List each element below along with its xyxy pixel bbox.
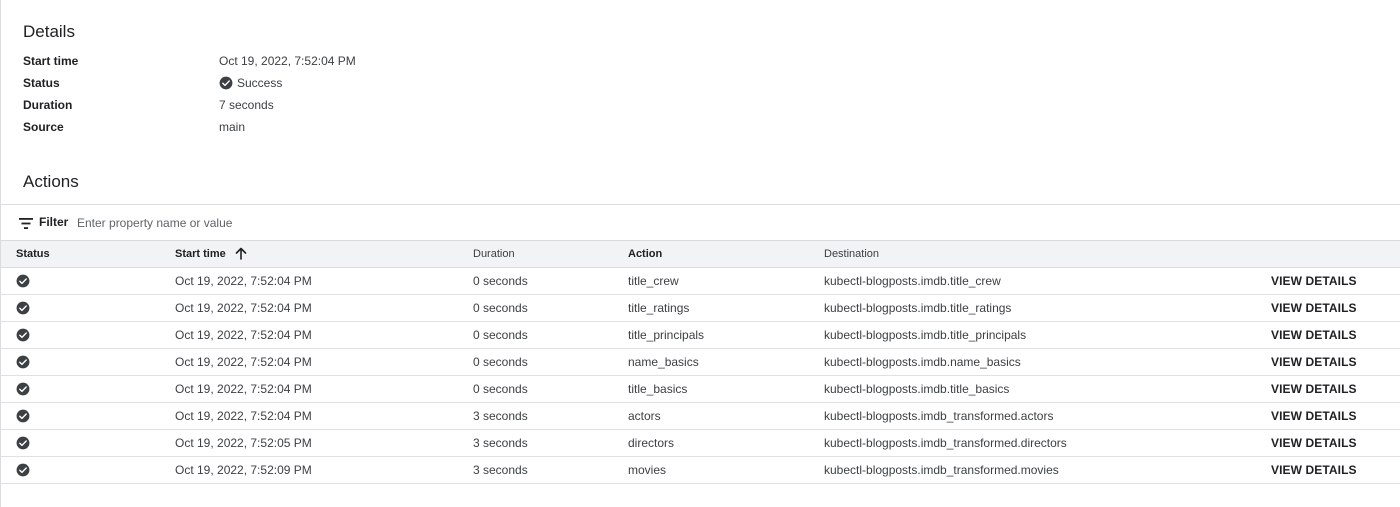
table-row: Oct 19, 2022, 7:52:09 PM 3 seconds movie… xyxy=(1,457,1400,484)
row-destination: kubectl-blogposts.imdb.title_ratings xyxy=(824,301,1012,315)
table-row: Oct 19, 2022, 7:52:04 PM 0 seconds name_… xyxy=(1,349,1400,376)
row-duration: 0 seconds xyxy=(473,328,528,342)
row-status-cell xyxy=(16,355,30,372)
row-start-time: Oct 19, 2022, 7:52:04 PM xyxy=(175,274,312,288)
filter-label[interactable]: Filter xyxy=(39,215,68,229)
check-circle-icon xyxy=(219,76,233,90)
row-action: title_crew xyxy=(628,274,679,288)
row-action: directors xyxy=(628,436,675,450)
column-header-destination[interactable]: Destination xyxy=(824,241,879,268)
row-action: title_basics xyxy=(628,382,688,396)
column-header-start-time[interactable]: Start time xyxy=(175,241,247,268)
row-destination: kubectl-blogposts.imdb_transformed.actor… xyxy=(824,409,1054,423)
filter-icon[interactable] xyxy=(19,218,33,229)
view-details-button[interactable]: VIEW DETAILS xyxy=(1271,295,1357,321)
detail-value: main xyxy=(219,120,246,134)
filter-input[interactable] xyxy=(77,212,677,234)
column-header-duration[interactable]: Duration xyxy=(473,241,515,268)
row-duration: 3 seconds xyxy=(473,409,528,423)
column-header-action[interactable]: Action xyxy=(628,241,662,268)
detail-label: Source xyxy=(23,120,64,134)
row-destination: kubectl-blogposts.imdb.name_basics xyxy=(824,355,1021,369)
check-circle-icon xyxy=(16,328,30,342)
view-details-button[interactable]: VIEW DETAILS xyxy=(1271,268,1357,294)
row-start-time: Oct 19, 2022, 7:52:04 PM xyxy=(175,355,312,369)
detail-label: Status xyxy=(23,76,60,90)
row-start-time: Oct 19, 2022, 7:52:04 PM xyxy=(175,409,312,423)
row-action: movies xyxy=(628,463,667,477)
check-circle-icon xyxy=(16,355,30,369)
row-status-cell xyxy=(16,463,30,480)
row-action: actors xyxy=(628,409,661,423)
row-start-time: Oct 19, 2022, 7:52:04 PM xyxy=(175,328,312,342)
check-circle-icon xyxy=(16,301,30,315)
row-duration: 0 seconds xyxy=(473,382,528,396)
row-destination: kubectl-blogposts.imdb.title_crew xyxy=(824,274,1001,288)
table-row: Oct 19, 2022, 7:52:04 PM 3 seconds actor… xyxy=(1,403,1400,430)
row-start-time: Oct 19, 2022, 7:52:09 PM xyxy=(175,463,312,477)
view-details-button[interactable]: VIEW DETAILS xyxy=(1271,457,1357,483)
detail-label: Start time xyxy=(23,54,79,68)
row-start-time: Oct 19, 2022, 7:52:04 PM xyxy=(175,301,312,315)
view-details-button[interactable]: VIEW DETAILS xyxy=(1271,430,1357,456)
row-action: title_principals xyxy=(628,328,705,342)
detail-row-source: Source main xyxy=(23,116,723,138)
row-destination: kubectl-blogposts.imdb.title_basics xyxy=(824,382,1010,396)
row-start-time: Oct 19, 2022, 7:52:05 PM xyxy=(175,436,312,450)
arrow-up-icon[interactable] xyxy=(235,247,247,260)
row-status-cell xyxy=(16,436,30,453)
row-duration: 0 seconds xyxy=(473,355,528,369)
row-status-cell xyxy=(16,328,30,345)
detail-label: Duration xyxy=(23,98,73,112)
status-text: Success xyxy=(237,76,283,90)
row-action: title_ratings xyxy=(628,301,690,315)
row-duration: 3 seconds xyxy=(473,463,528,477)
details-heading: Details xyxy=(23,22,75,41)
view-details-button[interactable]: VIEW DETAILS xyxy=(1271,349,1357,375)
table-row: Oct 19, 2022, 7:52:04 PM 0 seconds title… xyxy=(1,295,1400,322)
row-destination: kubectl-blogposts.imdb_transformed.direc… xyxy=(824,436,1067,450)
row-duration: 0 seconds xyxy=(473,301,528,315)
row-destination: kubectl-blogposts.imdb_transformed.movie… xyxy=(824,463,1059,477)
check-circle-icon xyxy=(16,436,30,450)
row-status-cell xyxy=(16,409,30,426)
row-duration: 3 seconds xyxy=(473,436,528,450)
row-destination: kubectl-blogposts.imdb.title_principals xyxy=(824,328,1027,342)
table-body: Oct 19, 2022, 7:52:04 PM 0 seconds title… xyxy=(1,268,1400,484)
table-row: Oct 19, 2022, 7:52:04 PM 0 seconds title… xyxy=(1,322,1400,349)
table-row: Oct 19, 2022, 7:52:04 PM 0 seconds title… xyxy=(1,268,1400,295)
table-row: Oct 19, 2022, 7:52:04 PM 0 seconds title… xyxy=(1,376,1400,403)
view-details-button[interactable]: VIEW DETAILS xyxy=(1271,376,1357,402)
detail-value: 7 seconds xyxy=(219,98,274,112)
view-details-button[interactable]: VIEW DETAILS xyxy=(1271,403,1357,429)
row-status-cell xyxy=(16,301,30,318)
actions-heading: Actions xyxy=(23,172,79,191)
row-duration: 0 seconds xyxy=(473,274,528,288)
check-circle-icon xyxy=(16,463,30,477)
check-circle-icon xyxy=(16,274,30,288)
check-circle-icon xyxy=(16,382,30,396)
row-action: name_basics xyxy=(628,355,699,369)
detail-row-duration: Duration 7 seconds xyxy=(23,94,723,116)
table-row: Oct 19, 2022, 7:52:05 PM 3 seconds direc… xyxy=(1,430,1400,457)
view-details-button[interactable]: VIEW DETAILS xyxy=(1271,322,1357,348)
column-header-status[interactable]: Status xyxy=(16,241,50,268)
row-status-cell xyxy=(16,382,30,399)
filter-bar: Filter xyxy=(1,204,1400,241)
table-header: Status Start time Duration Action Destin… xyxy=(1,241,1400,268)
column-header-label: Start time xyxy=(175,248,226,260)
detail-row-status: Status Success xyxy=(23,72,723,94)
actions-table: Status Start time Duration Action Destin… xyxy=(1,241,1400,484)
check-circle-icon xyxy=(16,409,30,423)
detail-value: Oct 19, 2022, 7:52:04 PM xyxy=(219,54,356,68)
row-status-cell xyxy=(16,274,30,291)
row-start-time: Oct 19, 2022, 7:52:04 PM xyxy=(175,382,312,396)
detail-value-status: Success xyxy=(219,72,282,94)
detail-row-start-time: Start time Oct 19, 2022, 7:52:04 PM xyxy=(23,50,723,72)
